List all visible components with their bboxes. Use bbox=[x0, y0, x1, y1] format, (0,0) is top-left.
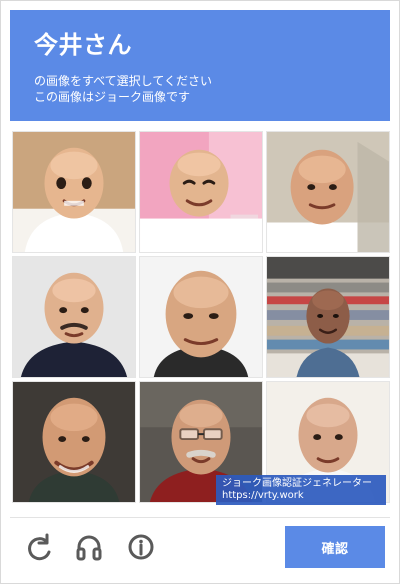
instruction-line-1: の画像をすべて選択してください bbox=[34, 74, 212, 88]
audio-button[interactable] bbox=[73, 531, 105, 563]
captcha-title: 今井さん bbox=[34, 31, 132, 59]
footer-divider bbox=[10, 517, 390, 518]
photo-tile-2 bbox=[140, 132, 262, 252]
image-tile-2[interactable] bbox=[139, 131, 263, 253]
headphones-icon bbox=[76, 535, 102, 561]
watermark-line-1: ジョーク画像認証ジェネレーター bbox=[222, 478, 372, 489]
image-tile-6[interactable] bbox=[266, 256, 390, 378]
image-tile-7[interactable] bbox=[12, 381, 136, 503]
info-button[interactable] bbox=[125, 531, 157, 563]
info-icon bbox=[128, 534, 154, 560]
photo-tile-6 bbox=[267, 257, 389, 377]
watermark-line-2: https://vrty.work bbox=[222, 490, 304, 501]
photo-tile-3 bbox=[267, 132, 389, 252]
captcha-header: 今井さん の画像をすべて選択してください この画像はジョーク画像です bbox=[10, 10, 390, 121]
image-grid bbox=[12, 131, 390, 507]
captcha-widget: 今井さん の画像をすべて選択してください この画像はジョーク画像です ジョーク画… bbox=[0, 0, 400, 584]
photo-tile-7 bbox=[13, 382, 135, 502]
reload-icon bbox=[28, 533, 51, 561]
image-tile-1[interactable] bbox=[12, 131, 136, 253]
image-tile-3[interactable] bbox=[266, 131, 390, 253]
generator-watermark: ジョーク画像認証ジェネレーター https://vrty.work bbox=[216, 475, 386, 505]
confirm-button[interactable]: 確認 bbox=[285, 526, 385, 568]
photo-tile-1 bbox=[13, 132, 135, 252]
captcha-instructions: の画像をすべて選択してください この画像はジョーク画像です bbox=[34, 73, 366, 105]
image-tile-5[interactable] bbox=[139, 256, 263, 378]
photo-tile-4 bbox=[13, 257, 135, 377]
image-tile-4[interactable] bbox=[12, 256, 136, 378]
reload-button[interactable] bbox=[23, 531, 55, 563]
instruction-line-2: この画像はジョーク画像です bbox=[34, 90, 191, 104]
photo-tile-5 bbox=[140, 257, 262, 377]
